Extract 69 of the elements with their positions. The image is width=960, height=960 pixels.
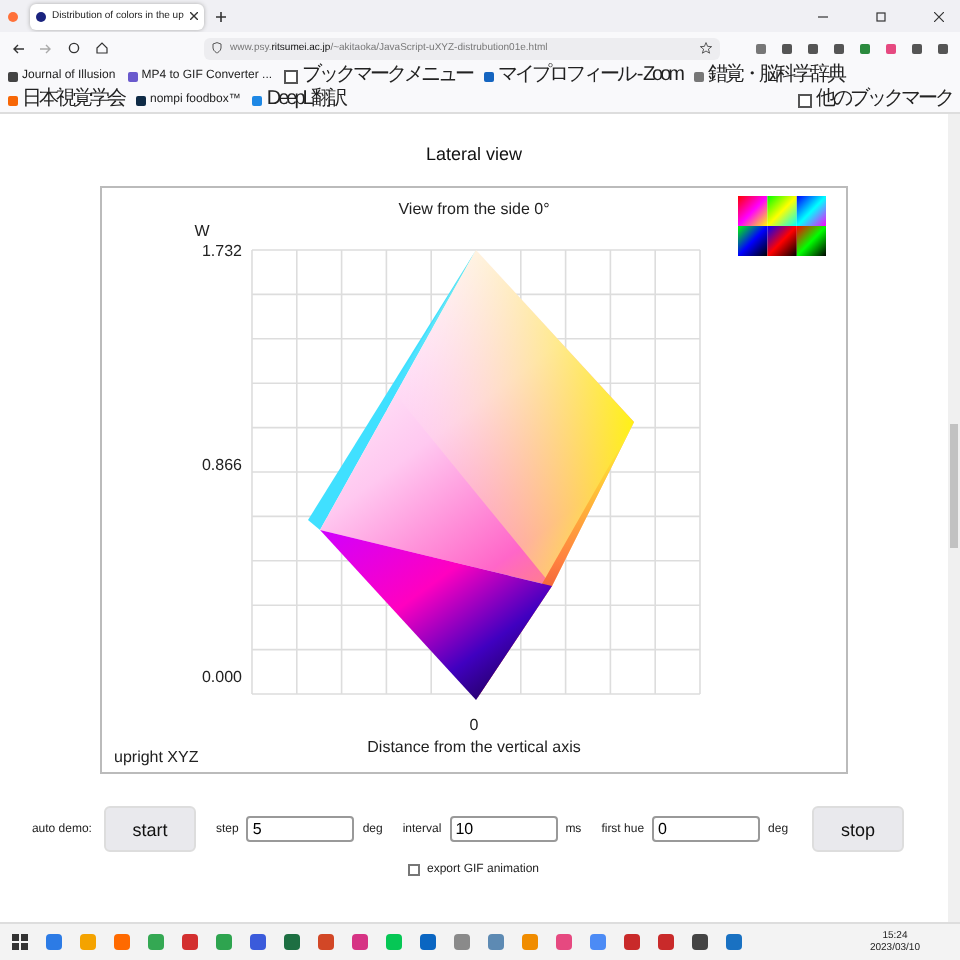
chart-title: View from the side 0° [396, 200, 552, 218]
new-tab-icon[interactable] [215, 11, 226, 21]
taskbar-app-icon[interactable] [182, 934, 198, 950]
x-axis-label: Distance from the vertical axis [367, 738, 581, 756]
taskbar-app-icon[interactable] [692, 934, 708, 950]
windows-start-icon[interactable] [12, 934, 28, 950]
number-input[interactable]: 5 [246, 816, 355, 842]
favicon-icon [8, 71, 18, 81]
taskbar-app-icon[interactable] [454, 934, 470, 950]
bookmark-item[interactable]: 日本視覚学会 [8, 88, 124, 112]
site-favicon-icon [36, 11, 46, 21]
y-tick-label: 1.732 [201, 242, 242, 260]
checkbox[interactable] [408, 864, 421, 876]
maximize-icon[interactable] [876, 11, 886, 21]
y-tick-label: 0.000 [201, 668, 242, 686]
number-input[interactable]: 10 [449, 816, 558, 842]
taskbar-app-icon[interactable] [726, 934, 742, 950]
home-icon[interactable] [96, 42, 108, 54]
taskbar-app-icon[interactable] [318, 934, 334, 950]
other-bookmarks[interactable]: 他のブックマーク [798, 88, 952, 112]
bookmark-item[interactable]: DeepL翻訳 [252, 88, 345, 112]
folder-icon [284, 69, 299, 83]
close-icon[interactable] [189, 12, 198, 20]
close-icon[interactable] [934, 11, 944, 21]
toolbar-icon[interactable] [782, 43, 792, 53]
forward-arrow-icon[interactable] [40, 43, 52, 53]
color-swatch-drawing [738, 196, 826, 256]
x-tick-label: 0 [469, 716, 479, 734]
toolbar-icon[interactable] [808, 43, 818, 53]
taskbar-app-icon[interactable] [284, 934, 300, 950]
y-tick-label: 0.866 [201, 455, 242, 473]
number-input[interactable]: 0 [652, 816, 761, 842]
y-axis-label: W [194, 222, 210, 240]
taskbar-app-icon[interactable] [352, 934, 368, 950]
toolbar-icon[interactable] [756, 43, 766, 53]
favicon-icon [252, 95, 263, 105]
taskbar-app-icon[interactable] [250, 934, 266, 950]
section-heading: Lateral view [425, 144, 523, 164]
minimize-icon[interactable] [818, 11, 828, 21]
toolbar-icon[interactable] [886, 43, 896, 53]
bookmark-item[interactable]: 錯覚・脳科学辞典 [694, 64, 845, 88]
shield-icon [212, 42, 222, 54]
star-icon[interactable] [700, 42, 712, 54]
toolbar-icon[interactable] [938, 43, 948, 53]
taskbar-app-icon[interactable] [624, 934, 640, 950]
toolbar-icon[interactable] [912, 43, 922, 53]
toolbar-icon[interactable] [834, 43, 844, 53]
taskbar-app-icon[interactable] [488, 934, 504, 950]
folder-icon [798, 93, 812, 107]
start-button[interactable]: start [103, 806, 196, 852]
back-arrow-icon[interactable] [12, 43, 24, 53]
taskbar-app-icon[interactable] [590, 934, 606, 950]
bookmark-item[interactable]: ブックマークメニュー [284, 64, 473, 88]
taskbar-app-icon[interactable] [420, 934, 436, 950]
favicon-icon [136, 95, 146, 105]
mode-label: upright XYZ [114, 748, 201, 766]
favicon-icon [694, 71, 705, 81]
scrollbar-thumb[interactable] [950, 424, 958, 548]
favicon-icon [127, 71, 138, 81]
taskbar-app-icon[interactable] [46, 934, 62, 950]
stop-button[interactable]: stop [812, 806, 905, 852]
browser-logo-icon[interactable] [8, 11, 18, 21]
favicon-icon [484, 71, 495, 81]
favicon-icon [8, 95, 18, 105]
reload-icon[interactable] [68, 42, 80, 54]
taskbar-app-icon[interactable] [658, 934, 674, 950]
toolbar-icon[interactable] [860, 43, 870, 53]
bookmark-item[interactable]: マイプロフィール - Zoom [484, 64, 683, 88]
taskbar-app-icon[interactable] [556, 934, 572, 950]
